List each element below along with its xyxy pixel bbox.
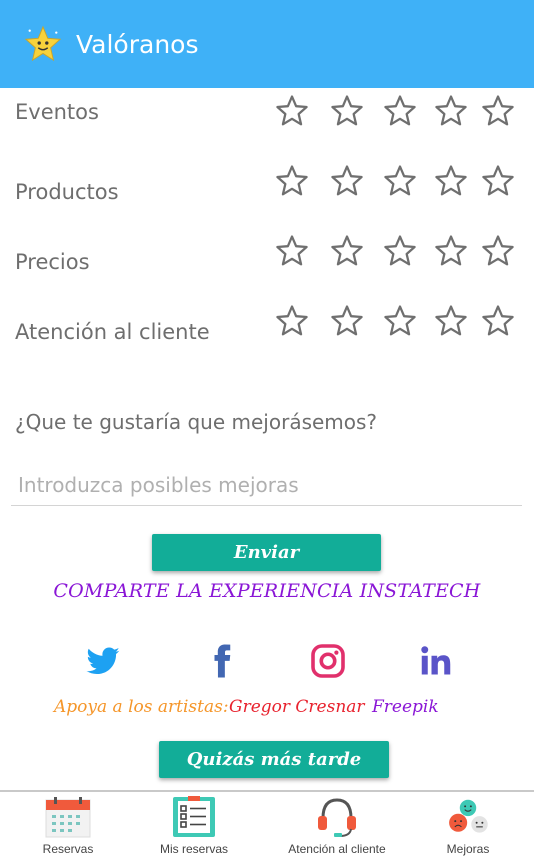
star-rating xyxy=(270,94,520,134)
star-rating xyxy=(270,234,520,274)
star-icon[interactable] xyxy=(481,304,515,338)
star-icon[interactable] xyxy=(383,94,417,128)
star-icon[interactable] xyxy=(330,304,364,338)
star-icon[interactable] xyxy=(275,164,309,198)
star-icon[interactable] xyxy=(434,234,468,268)
rating-row-precios: Precios xyxy=(0,234,534,294)
star-rating xyxy=(270,304,520,344)
rating-label: Productos xyxy=(15,180,119,204)
bottom-nav: Reservas Mis reservas Atención al client… xyxy=(0,790,534,858)
nav-label: Reservas xyxy=(42,842,94,856)
star-icon[interactable] xyxy=(275,234,309,268)
nav-label: Mis reservas xyxy=(159,842,228,856)
emoji-faces-icon xyxy=(445,796,491,838)
nav-item-mis-reservas[interactable]: Mis reservas xyxy=(129,792,259,858)
improvements-question: ¿Que te gustaría que mejorásemos? xyxy=(15,410,378,434)
star-rating xyxy=(270,164,520,204)
improvements-input[interactable] xyxy=(11,464,522,506)
nav-label: Atención al cliente xyxy=(288,842,386,856)
star-icon[interactable] xyxy=(434,304,468,338)
nav-item-atencion[interactable]: Atención al cliente xyxy=(272,792,402,858)
rating-label: Precios xyxy=(15,250,90,274)
star-icon[interactable] xyxy=(434,94,468,128)
star-icon[interactable] xyxy=(481,94,515,128)
nav-item-reservas[interactable]: Reservas xyxy=(3,792,133,858)
star-icon[interactable] xyxy=(275,304,309,338)
star-icon[interactable] xyxy=(481,234,515,268)
linkedin-icon[interactable] xyxy=(418,643,454,679)
calendar-icon xyxy=(45,796,91,838)
star-icon[interactable] xyxy=(330,164,364,198)
star-icon[interactable] xyxy=(383,164,417,198)
headset-icon xyxy=(314,796,360,838)
rating-row-eventos: Eventos xyxy=(0,94,534,154)
star-face-icon xyxy=(24,25,62,63)
star-icon[interactable] xyxy=(330,94,364,128)
artist-link-2[interactable]: Freepik xyxy=(372,697,439,717)
later-button[interactable]: Quizás más tarde xyxy=(159,741,389,778)
artist-link-1[interactable]: Gregor Cresnar xyxy=(229,697,365,717)
rating-row-atencion: Atención al cliente xyxy=(0,304,534,364)
star-icon[interactable] xyxy=(330,234,364,268)
star-icon[interactable] xyxy=(481,164,515,198)
instagram-icon[interactable] xyxy=(310,643,346,679)
artists-prefix: Apoya a los artistas: xyxy=(54,697,229,717)
nav-label: Mejoras xyxy=(446,842,490,856)
checklist-icon xyxy=(171,796,217,838)
star-icon[interactable] xyxy=(434,164,468,198)
share-text: COMPARTE LA EXPERIENCIA INSTATECH xyxy=(53,580,481,602)
star-icon[interactable] xyxy=(383,304,417,338)
star-icon[interactable] xyxy=(275,94,309,128)
facebook-icon[interactable] xyxy=(204,643,240,679)
send-button[interactable]: Enviar xyxy=(152,534,381,571)
rating-row-productos: Productos xyxy=(0,164,534,224)
nav-item-mejoras[interactable]: Mejoras xyxy=(403,792,533,858)
page-title: Valóranos xyxy=(76,29,199,59)
twitter-icon[interactable] xyxy=(85,643,121,679)
rating-label: Atención al cliente xyxy=(15,320,210,344)
rating-label: Eventos xyxy=(15,100,99,124)
star-icon[interactable] xyxy=(383,234,417,268)
app-bar: Valóranos xyxy=(0,0,534,88)
